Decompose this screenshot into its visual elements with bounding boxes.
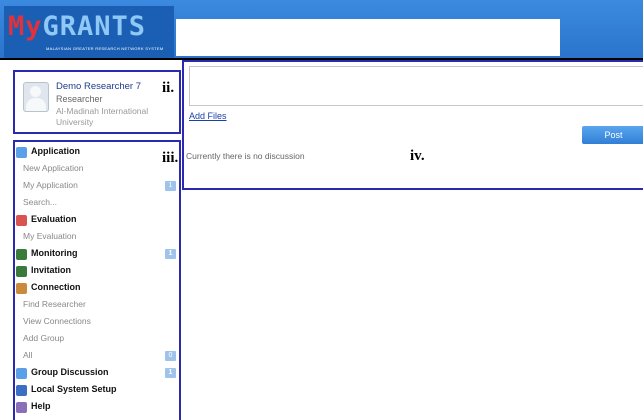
mygrants-logo[interactable]: MyGRANTS MALAYSIAN GREATER RESEARCH NETW… (4, 6, 174, 58)
sidebar-item-label: Local System Setup (31, 384, 117, 394)
count-badge: 1 (165, 249, 176, 259)
marker-ii: ii. (162, 80, 175, 96)
sidebar-item-label: Evaluation (31, 214, 77, 224)
sidebar-item-monitoring[interactable]: Monitoring 1 (15, 247, 179, 263)
sidebar-item-label: Search... (23, 197, 58, 207)
sidebar-item-label: My Evaluation (23, 231, 77, 241)
sidebar-item-evaluation[interactable]: Evaluation (15, 213, 179, 229)
sidebar-item-add-group[interactable]: Add Group (15, 332, 179, 348)
count-badge: 1 (165, 368, 176, 378)
profile-role: Researcher (56, 94, 103, 104)
sidebar-item-all[interactable]: All 0 (15, 349, 179, 365)
add-files-link[interactable]: Add Files (189, 111, 227, 121)
sidebar-item-label: Application (31, 146, 80, 156)
sidebar-item-label: Invitation (31, 265, 71, 275)
profile-institution: Al-Madinah International University (56, 106, 149, 127)
sidebar-item-label: View Connections (23, 316, 91, 326)
sidebar-item-label: Monitoring (31, 248, 78, 258)
invitation-icon (16, 266, 27, 277)
header-bar: MyGRANTS MALAYSIAN GREATER RESEARCH NETW… (0, 0, 643, 60)
sidebar-item-label: All (23, 350, 33, 360)
sidebar-item-application[interactable]: Application (15, 145, 179, 161)
post-button[interactable]: Post (582, 126, 643, 144)
sidebar-item-group-discussion[interactable]: Group Discussion 1 (15, 366, 179, 382)
connection-icon (16, 283, 27, 294)
sidebar-item-label: Find Researcher (23, 299, 86, 309)
help-icon (16, 402, 27, 413)
marker-iv: iv. (410, 148, 425, 164)
sidebar-item-my-application[interactable]: My Application 1 (15, 179, 179, 195)
application-icon (16, 147, 27, 158)
sidebar-item-label: New Application (23, 163, 84, 173)
sidebar-item-label: Connection (31, 282, 81, 292)
discussion-panel: Add Files Post Currently there is no dis… (182, 60, 643, 190)
sidebar-item-my-evaluation[interactable]: My Evaluation (15, 230, 179, 246)
sidebar-item-label: My Application (23, 180, 78, 190)
header-white-panel (176, 19, 560, 56)
sidebar-item-local-system-setup[interactable]: Local System Setup (15, 383, 179, 399)
profile-name[interactable]: Demo Researcher 7 (56, 81, 141, 92)
logo-text: MyGRANTS (8, 11, 147, 42)
sidebar-item-label: Help (31, 401, 51, 411)
sidebar-item-view-connections[interactable]: View Connections (15, 315, 179, 331)
post-input[interactable] (189, 66, 643, 106)
empty-discussion-message: Currently there is no discussion (186, 151, 305, 161)
sidebar-menu: iii. Application New Application My Applic… (13, 140, 181, 420)
avatar[interactable] (23, 82, 49, 112)
sidebar-item-connection[interactable]: Connection (15, 281, 179, 297)
settings-icon (16, 385, 27, 396)
sidebar-item-find-researcher[interactable]: Find Researcher (15, 298, 179, 314)
count-badge: 0 (165, 351, 176, 361)
monitoring-icon (16, 249, 27, 260)
sidebar-item-new-application[interactable]: New Application (15, 162, 179, 178)
sidebar-item-label: Group Discussion (31, 367, 109, 377)
evaluation-icon (16, 215, 27, 226)
sidebar-item-label: Add Group (23, 333, 65, 343)
count-badge: 1 (165, 181, 176, 191)
logo-tagline: MALAYSIAN GREATER RESEARCH NETWORK SYSTE… (46, 46, 164, 51)
sidebar-item-invitation[interactable]: Invitation (15, 264, 179, 280)
sidebar-item-search[interactable]: Search... (15, 196, 179, 212)
profile-card: Demo Researcher 7 Researcher Al-Madinah … (13, 70, 181, 134)
sidebar-item-help[interactable]: Help (15, 400, 179, 416)
group-discussion-icon (16, 368, 27, 379)
